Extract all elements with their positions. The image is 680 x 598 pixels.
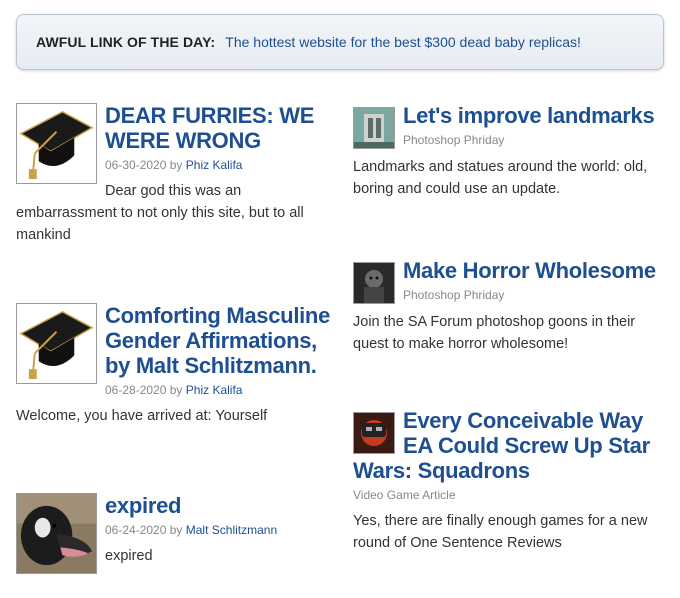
article-title-link[interactable]: Let's improve landmarks	[403, 103, 655, 128]
awful-link-banner: AWFUL LINK OF THE DAY: The hottest websi…	[16, 14, 664, 70]
article-title-link[interactable]: expired	[105, 493, 181, 518]
article-by: by	[169, 523, 183, 537]
article-author-link[interactable]: Phiz Kalifa	[186, 158, 243, 172]
article-title-link[interactable]: DEAR FURRIES: WE WERE WRONG	[105, 103, 314, 153]
article-meta: 06-28-2020 by Phiz Kalifa	[16, 382, 334, 398]
article-description: Join the SA Forum photoshop goons in the…	[353, 314, 636, 352]
article-item: DEAR FURRIES: WE WERE WRONG 06-30-2020 b…	[16, 103, 334, 303]
graduation-cap-icon[interactable]	[16, 103, 97, 184]
article-description: Yes, there are finally enough games for …	[353, 513, 648, 551]
awful-link[interactable]: The hottest website for the best $300 de…	[225, 34, 581, 50]
article-date: 06-28-2020	[105, 383, 167, 397]
article-category: Video Game Article	[353, 488, 456, 502]
article-date: 06-24-2020	[105, 523, 167, 537]
article-title-link[interactable]: Every Conceivable Way EA Could Screw Up …	[353, 408, 650, 483]
article-author-link[interactable]: Malt Schlitzmann	[186, 523, 277, 537]
article-item: Let's improve landmarks Photoshop Phrida…	[353, 103, 668, 258]
left-article-column: DEAR FURRIES: WE WERE WRONG 06-30-2020 b…	[16, 103, 334, 574]
starwars-photo[interactable]	[353, 412, 395, 454]
article-by: by	[169, 158, 183, 172]
article-date: 06-30-2020	[105, 158, 167, 172]
article-title-link[interactable]: Make Horror Wholesome	[403, 258, 656, 283]
awful-link-label: AWFUL LINK OF THE DAY:	[36, 34, 216, 50]
article-item: Comforting Masculine Gender Affirmations…	[16, 303, 334, 493]
graduation-cap-icon[interactable]	[16, 303, 97, 384]
article-description: Landmarks and statues around the world: …	[353, 159, 648, 197]
goose-photo[interactable]	[16, 493, 97, 574]
article-item: Every Conceivable Way EA Could Screw Up …	[353, 408, 668, 554]
article-category: Photoshop Phriday	[403, 133, 505, 147]
article-item: expired 06-24-2020 by Malt Schlitzmann e…	[16, 493, 334, 574]
landmark-photo[interactable]	[353, 107, 395, 149]
article-title-link[interactable]: Comforting Masculine Gender Affirmations…	[105, 303, 330, 378]
article-description: Welcome, you have arrived at: Yourself	[16, 408, 268, 424]
article-description: Dear god this was an embarrassment to no…	[16, 183, 304, 243]
article-author-link[interactable]: Phiz Kalifa	[186, 383, 243, 397]
article-category: Photoshop Phriday	[403, 288, 505, 302]
article-by: by	[169, 383, 183, 397]
article-item: Make Horror Wholesome Photoshop Phriday …	[353, 258, 668, 408]
right-article-column: Let's improve landmarks Photoshop Phrida…	[353, 103, 668, 554]
horror-photo[interactable]	[353, 262, 395, 304]
